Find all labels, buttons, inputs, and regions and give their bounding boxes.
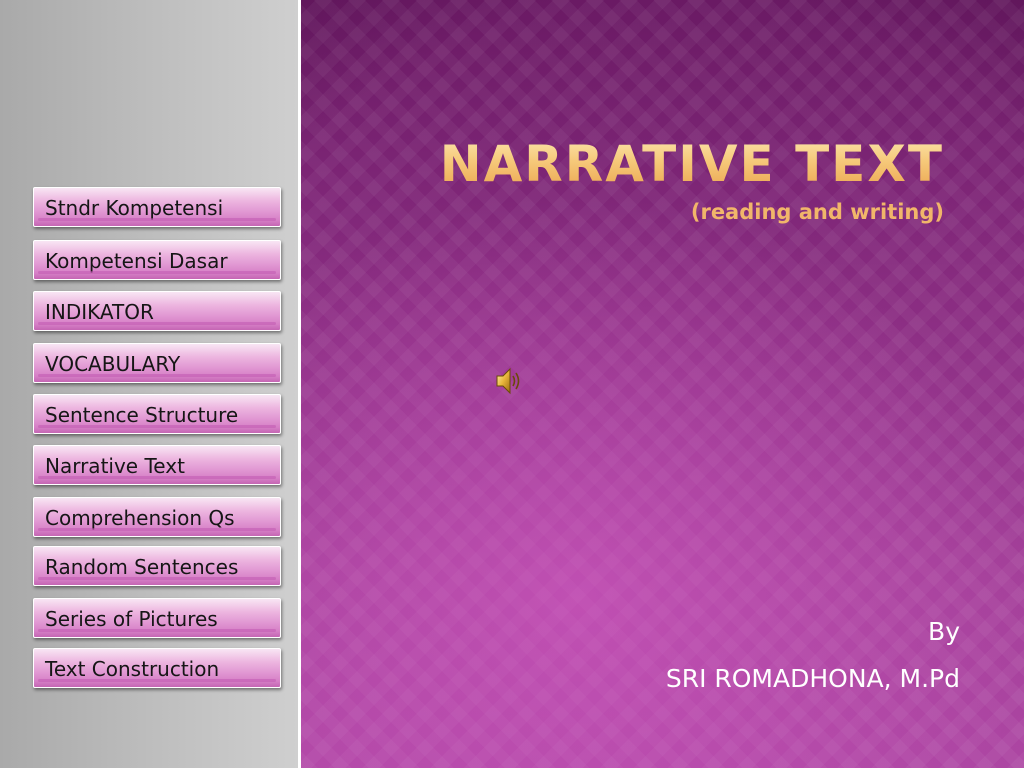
author-name: SRI ROMADHONA, M.Pd xyxy=(665,664,960,693)
byline-label: By xyxy=(928,617,960,646)
speaker-icon[interactable] xyxy=(495,365,525,397)
slide-subtitle: (reading and writing) xyxy=(690,200,944,224)
nav-button-vocabulary[interactable]: VOCABULARY xyxy=(33,343,281,383)
slide: Stndr Kompetensi Kompetensi Dasar INDIKA… xyxy=(0,0,1024,768)
slide-title: Narrative Text xyxy=(440,132,944,196)
nav-button-stndr-kompetensi[interactable]: Stndr Kompetensi xyxy=(33,187,281,227)
nav-button-series-of-pictures[interactable]: Series of Pictures xyxy=(33,598,281,638)
nav-button-sentence-structure[interactable]: Sentence Structure xyxy=(33,394,281,434)
byline: By SRI ROMADHONA, M.Pd xyxy=(666,608,960,702)
nav-button-indikator[interactable]: INDIKATOR xyxy=(33,291,281,331)
nav-button-narrative-text[interactable]: Narrative Text xyxy=(33,445,281,485)
nav-button-comprehension-qs[interactable]: Comprehension Qs xyxy=(33,497,281,537)
nav-button-text-construction[interactable]: Text Construction xyxy=(33,648,281,688)
nav-button-kompetensi-dasar[interactable]: Kompetensi Dasar xyxy=(33,240,281,280)
nav-button-random-sentences[interactable]: Random Sentences xyxy=(33,546,281,586)
